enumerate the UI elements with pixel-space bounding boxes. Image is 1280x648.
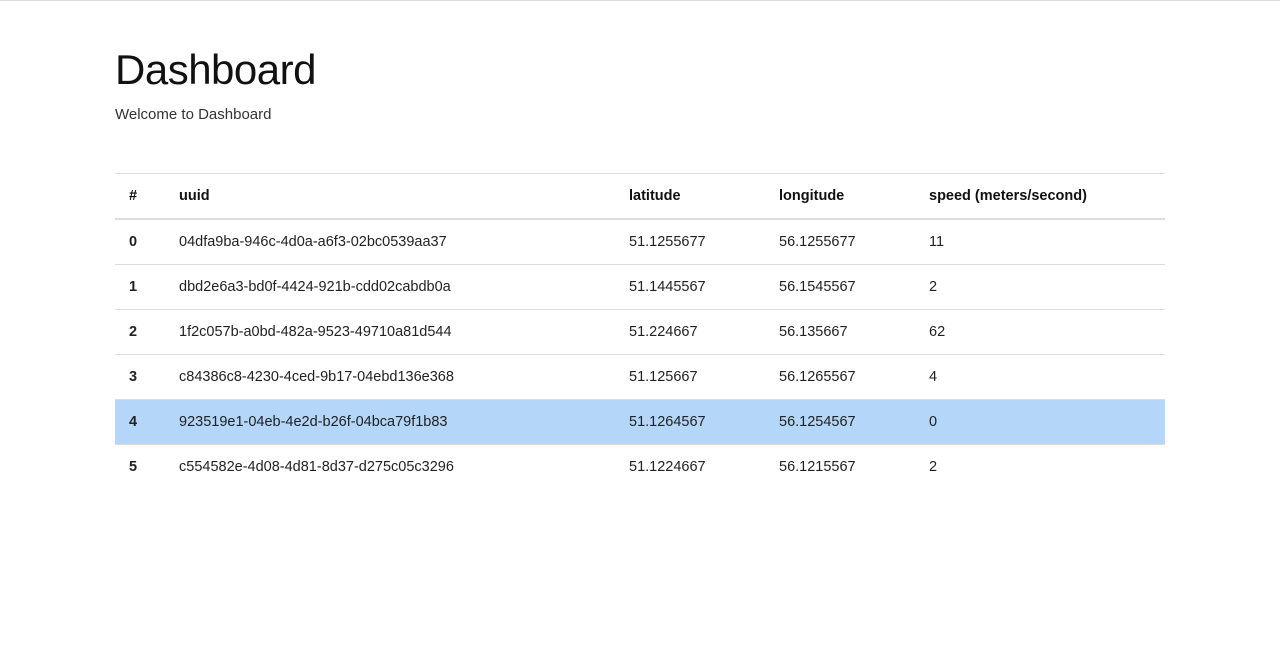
cell-longitude: 56.1545567 bbox=[765, 265, 915, 310]
cell-longitude: 56.1215567 bbox=[765, 445, 915, 490]
cell-longitude: 56.135667 bbox=[765, 310, 915, 355]
cell-speed: 62 bbox=[915, 310, 1165, 355]
cell-index: 5 bbox=[115, 445, 165, 490]
cell-latitude: 51.1224667 bbox=[615, 445, 765, 490]
cell-uuid: 923519e1-04eb-4e2d-b26f-04bca79f1b83 bbox=[165, 400, 615, 445]
cell-uuid: dbd2e6a3-bd0f-4424-921b-cdd02cabdb0a bbox=[165, 265, 615, 310]
cell-latitude: 51.1264567 bbox=[615, 400, 765, 445]
table-row[interactable]: 5c554582e-4d08-4d81-8d37-d275c05c329651.… bbox=[115, 445, 1165, 490]
cell-longitude: 56.1265567 bbox=[765, 355, 915, 400]
cell-index: 3 bbox=[115, 355, 165, 400]
cell-latitude: 51.224667 bbox=[615, 310, 765, 355]
header-longitude: longitude bbox=[765, 174, 915, 220]
header-uuid: uuid bbox=[165, 174, 615, 220]
table-header-row: # uuid latitude longitude speed (meters/… bbox=[115, 174, 1165, 220]
cell-uuid: 1f2c057b-a0bd-482a-9523-49710a81d544 bbox=[165, 310, 615, 355]
table-row[interactable]: 4923519e1-04eb-4e2d-b26f-04bca79f1b8351.… bbox=[115, 400, 1165, 445]
cell-speed: 2 bbox=[915, 445, 1165, 490]
cell-uuid: 04dfa9ba-946c-4d0a-a6f3-02bc0539aa37 bbox=[165, 219, 615, 265]
cell-longitude: 56.1255677 bbox=[765, 219, 915, 265]
table-row[interactable]: 3c84386c8-4230-4ced-9b17-04ebd136e36851.… bbox=[115, 355, 1165, 400]
page-subtitle: Welcome to Dashboard bbox=[115, 106, 1165, 123]
cell-uuid: c84386c8-4230-4ced-9b17-04ebd136e368 bbox=[165, 355, 615, 400]
cell-index: 0 bbox=[115, 219, 165, 265]
cell-uuid: c554582e-4d08-4d81-8d37-d275c05c3296 bbox=[165, 445, 615, 490]
table-row[interactable]: 1dbd2e6a3-bd0f-4424-921b-cdd02cabdb0a51.… bbox=[115, 265, 1165, 310]
main-container: Dashboard Welcome to Dashboard # uuid la… bbox=[115, 1, 1165, 489]
header-speed: speed (meters/second) bbox=[915, 174, 1165, 220]
cell-longitude: 56.1254567 bbox=[765, 400, 915, 445]
cell-latitude: 51.125667 bbox=[615, 355, 765, 400]
cell-index: 1 bbox=[115, 265, 165, 310]
table-row[interactable]: 004dfa9ba-946c-4d0a-a6f3-02bc0539aa3751.… bbox=[115, 219, 1165, 265]
cell-latitude: 51.1445567 bbox=[615, 265, 765, 310]
data-table: # uuid latitude longitude speed (meters/… bbox=[115, 173, 1165, 489]
page-title: Dashboard bbox=[115, 46, 1165, 94]
table-row[interactable]: 21f2c057b-a0bd-482a-9523-49710a81d54451.… bbox=[115, 310, 1165, 355]
cell-index: 2 bbox=[115, 310, 165, 355]
header-index: # bbox=[115, 174, 165, 220]
cell-latitude: 51.1255677 bbox=[615, 219, 765, 265]
table-body: 004dfa9ba-946c-4d0a-a6f3-02bc0539aa3751.… bbox=[115, 219, 1165, 489]
header-latitude: latitude bbox=[615, 174, 765, 220]
cell-speed: 4 bbox=[915, 355, 1165, 400]
cell-index: 4 bbox=[115, 400, 165, 445]
cell-speed: 0 bbox=[915, 400, 1165, 445]
cell-speed: 11 bbox=[915, 219, 1165, 265]
cell-speed: 2 bbox=[915, 265, 1165, 310]
